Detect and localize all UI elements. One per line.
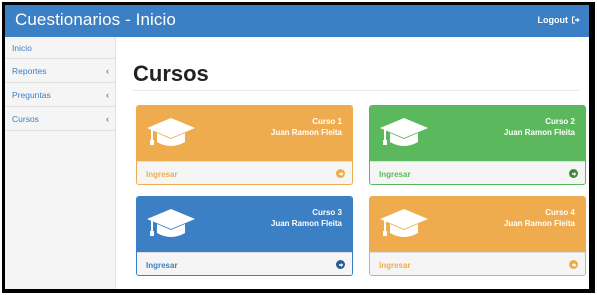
arrow-circle-right-icon[interactable] (569, 260, 578, 269)
divider (133, 90, 579, 91)
course-name: Curso 4 (545, 208, 575, 217)
course-card-3: Curso 3 Juan Ramon Fleita Ingresar (136, 196, 353, 276)
chevron-left-icon: ‹ (106, 114, 109, 124)
sidebar: Inicio Reportes ‹ Preguntas ‹ Cursos ‹ (5, 37, 116, 289)
ingresar-link[interactable]: Ingresar (146, 170, 178, 179)
page-title: Cursos (133, 61, 209, 86)
top-navbar: Cuestionarios - Inicio Logout (5, 5, 589, 37)
card-header: Curso 1 Juan Ramon Fleita (137, 106, 352, 161)
course-card-2: Curso 2 Juan Ramon Fleita Ingresar (369, 105, 586, 185)
app-window: Cuestionarios - Inicio Logout Inicio Rep… (2, 2, 595, 293)
card-footer-ingresar[interactable]: Ingresar (137, 252, 352, 275)
logout-label: Logout (537, 15, 569, 25)
ingresar-link[interactable]: Ingresar (379, 261, 411, 270)
card-header: Curso 3 Juan Ramon Fleita (137, 197, 352, 252)
arrow-circle-right-icon[interactable] (336, 260, 345, 269)
course-name: Curso 1 (312, 117, 342, 126)
sidebar-item-label: Inicio (12, 43, 32, 53)
course-teacher: Juan Ramon Fleita (270, 128, 342, 137)
graduation-cap-icon (145, 205, 197, 248)
card-footer-ingresar[interactable]: Ingresar (370, 161, 585, 184)
sidebar-item-inicio[interactable]: Inicio (5, 37, 115, 59)
course-card-4: Curso 4 Juan Ramon Fleita Ingresar (369, 196, 586, 276)
card-footer-ingresar[interactable]: Ingresar (137, 161, 352, 184)
graduation-cap-icon (145, 114, 197, 157)
course-card-1: Curso 1 Juan Ramon Fleita Ingresar (136, 105, 353, 185)
chevron-left-icon: ‹ (106, 90, 109, 100)
sidebar-item-label: Cursos (12, 114, 39, 124)
graduation-cap-icon (378, 114, 430, 157)
logout-button[interactable]: Logout (538, 15, 581, 25)
sidebar-item-label: Reportes (12, 66, 47, 76)
chevron-left-icon: ‹ (106, 66, 109, 76)
arrow-circle-right-icon[interactable] (336, 169, 345, 178)
graduation-cap-icon (378, 205, 430, 248)
course-name: Curso 2 (545, 117, 575, 126)
ingresar-link[interactable]: Ingresar (146, 261, 178, 270)
course-teacher: Juan Ramon Fleita (503, 219, 575, 228)
sidebar-item-label: Preguntas (12, 90, 51, 100)
card-header: Curso 4 Juan Ramon Fleita (370, 197, 585, 252)
app-title[interactable]: Cuestionarios - Inicio (15, 10, 176, 30)
sidebar-item-preguntas[interactable]: Preguntas ‹ (5, 83, 115, 107)
course-teacher: Juan Ramon Fleita (503, 128, 575, 137)
sidebar-item-reportes[interactable]: Reportes ‹ (5, 59, 115, 83)
card-header: Curso 2 Juan Ramon Fleita (370, 106, 585, 161)
sidebar-item-cursos[interactable]: Cursos ‹ (5, 107, 115, 131)
sign-out-icon (571, 16, 580, 24)
course-teacher: Juan Ramon Fleita (270, 219, 342, 228)
ingresar-link[interactable]: Ingresar (379, 170, 411, 179)
main-content: Cursos Curso 1 Juan Ramon Fleita Ingresa… (117, 37, 589, 289)
card-footer-ingresar[interactable]: Ingresar (370, 252, 585, 275)
course-name: Curso 3 (312, 208, 342, 217)
arrow-circle-right-icon[interactable] (569, 169, 578, 178)
